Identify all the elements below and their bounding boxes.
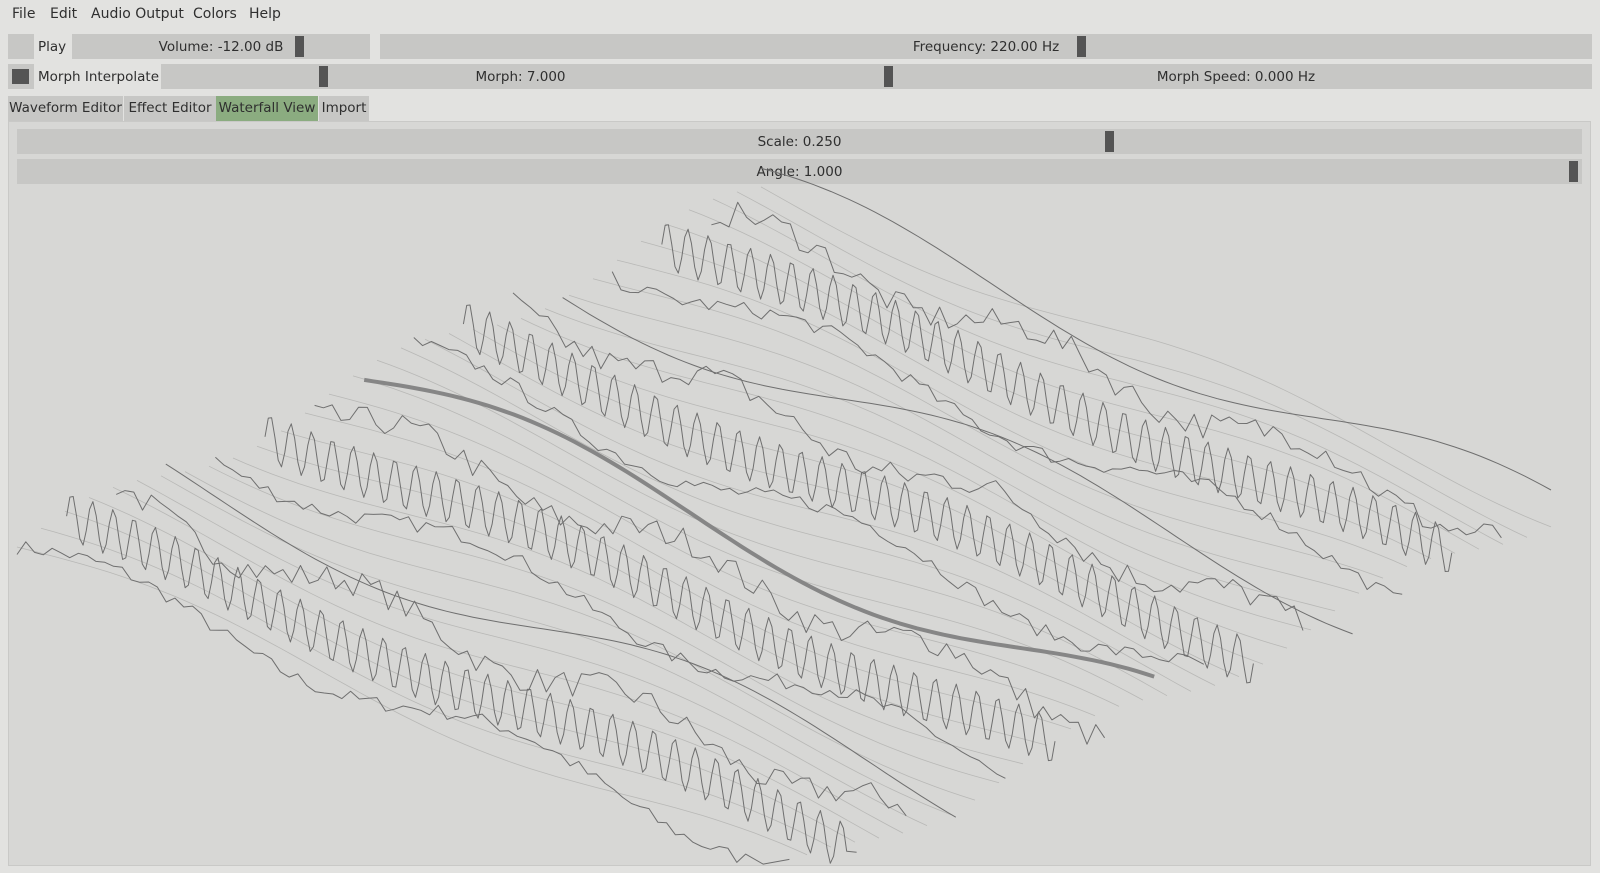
waterfall-plot[interactable]	[9, 122, 1590, 865]
waveform-interp	[64, 510, 856, 843]
waveform-frame	[711, 201, 1502, 539]
menu-audio-output[interactable]: Audio Output	[91, 6, 184, 22]
waveform-frame	[512, 292, 1304, 631]
tab-waterfall-view[interactable]: Waterfall View	[216, 96, 318, 121]
morph-interpolate-indicator	[12, 69, 29, 84]
waveform-interp	[640, 240, 1432, 559]
morph-speed-label: Morph Speed: 0.000 Hz	[1156, 69, 1316, 85]
morph-speed-slider-handle[interactable]	[884, 66, 893, 87]
waveform-frame	[661, 224, 1453, 572]
morph-speed-slider[interactable]: Morph Speed: 0.000 Hz	[880, 64, 1592, 89]
waveform-frame	[562, 297, 1353, 635]
waveform-frame	[116, 490, 907, 817]
waveform-interp	[328, 393, 1120, 707]
menu-bar: File Edit Audio Output Colors Help	[0, 0, 1600, 28]
waveform-interp	[760, 186, 1552, 528]
waveform-interp	[400, 347, 1192, 692]
menu-colors[interactable]: Colors	[193, 6, 237, 22]
waveform-interp	[160, 475, 952, 816]
transport-row: Play Volume: -12.00 dB Frequency: 220.00…	[8, 34, 1592, 59]
waveform-frame	[611, 271, 1403, 595]
tab-effect-editor[interactable]: Effect Editor	[124, 96, 216, 121]
waveform-frame	[760, 167, 1552, 491]
volume-label: Volume: -12.00 dB	[158, 39, 284, 55]
waveform-interp	[352, 375, 1144, 701]
frequency-slider-handle[interactable]	[1077, 36, 1087, 57]
volume-slider-handle[interactable]	[295, 36, 305, 57]
morph-interpolate-label: Morph Interpolate	[38, 69, 160, 85]
waveform-frame	[16, 541, 790, 865]
waveform-interp	[280, 430, 1072, 730]
morph-interpolate-toggle[interactable]	[8, 64, 34, 89]
volume-slider[interactable]: Volume: -12.00 dB	[72, 34, 370, 59]
waveform-frame	[413, 337, 1205, 665]
waveform-interp	[544, 308, 1336, 612]
play-label: Play	[38, 39, 67, 55]
menu-edit[interactable]: Edit	[50, 6, 77, 22]
tab-waveform-editor[interactable]: Waveform Editor	[8, 96, 123, 121]
morph-row: Morph Interpolate Morph: 7.000 Morph Spe…	[8, 64, 1592, 89]
waveform-interp	[688, 209, 1480, 550]
waveform-interp	[496, 324, 1288, 649]
morph-label: Morph: 7.000	[475, 69, 566, 85]
play-toggle[interactable]	[8, 34, 34, 59]
menu-file[interactable]: File	[12, 6, 35, 22]
tab-import[interactable]: Import	[319, 96, 369, 121]
waveform-highlighted	[363, 377, 1155, 679]
waveform-interp	[592, 278, 1384, 579]
waveform-interp	[448, 333, 1240, 677]
morph-slider-handle[interactable]	[319, 66, 329, 87]
morph-slider[interactable]: Morph: 7.000	[161, 64, 880, 89]
waveform-interp	[40, 527, 832, 848]
frequency-label: Frequency: 220.00 Hz	[912, 39, 1060, 55]
waveform-frame	[66, 496, 857, 864]
waveform-interp	[568, 294, 1360, 594]
waveform-frame	[462, 304, 1254, 684]
menu-help[interactable]: Help	[249, 6, 281, 22]
waveform-interp	[208, 465, 1000, 784]
frequency-slider[interactable]: Frequency: 220.00 Hz	[380, 34, 1592, 59]
waterfall-panel: Scale: 0.250 Angle: 1.000	[8, 121, 1591, 866]
